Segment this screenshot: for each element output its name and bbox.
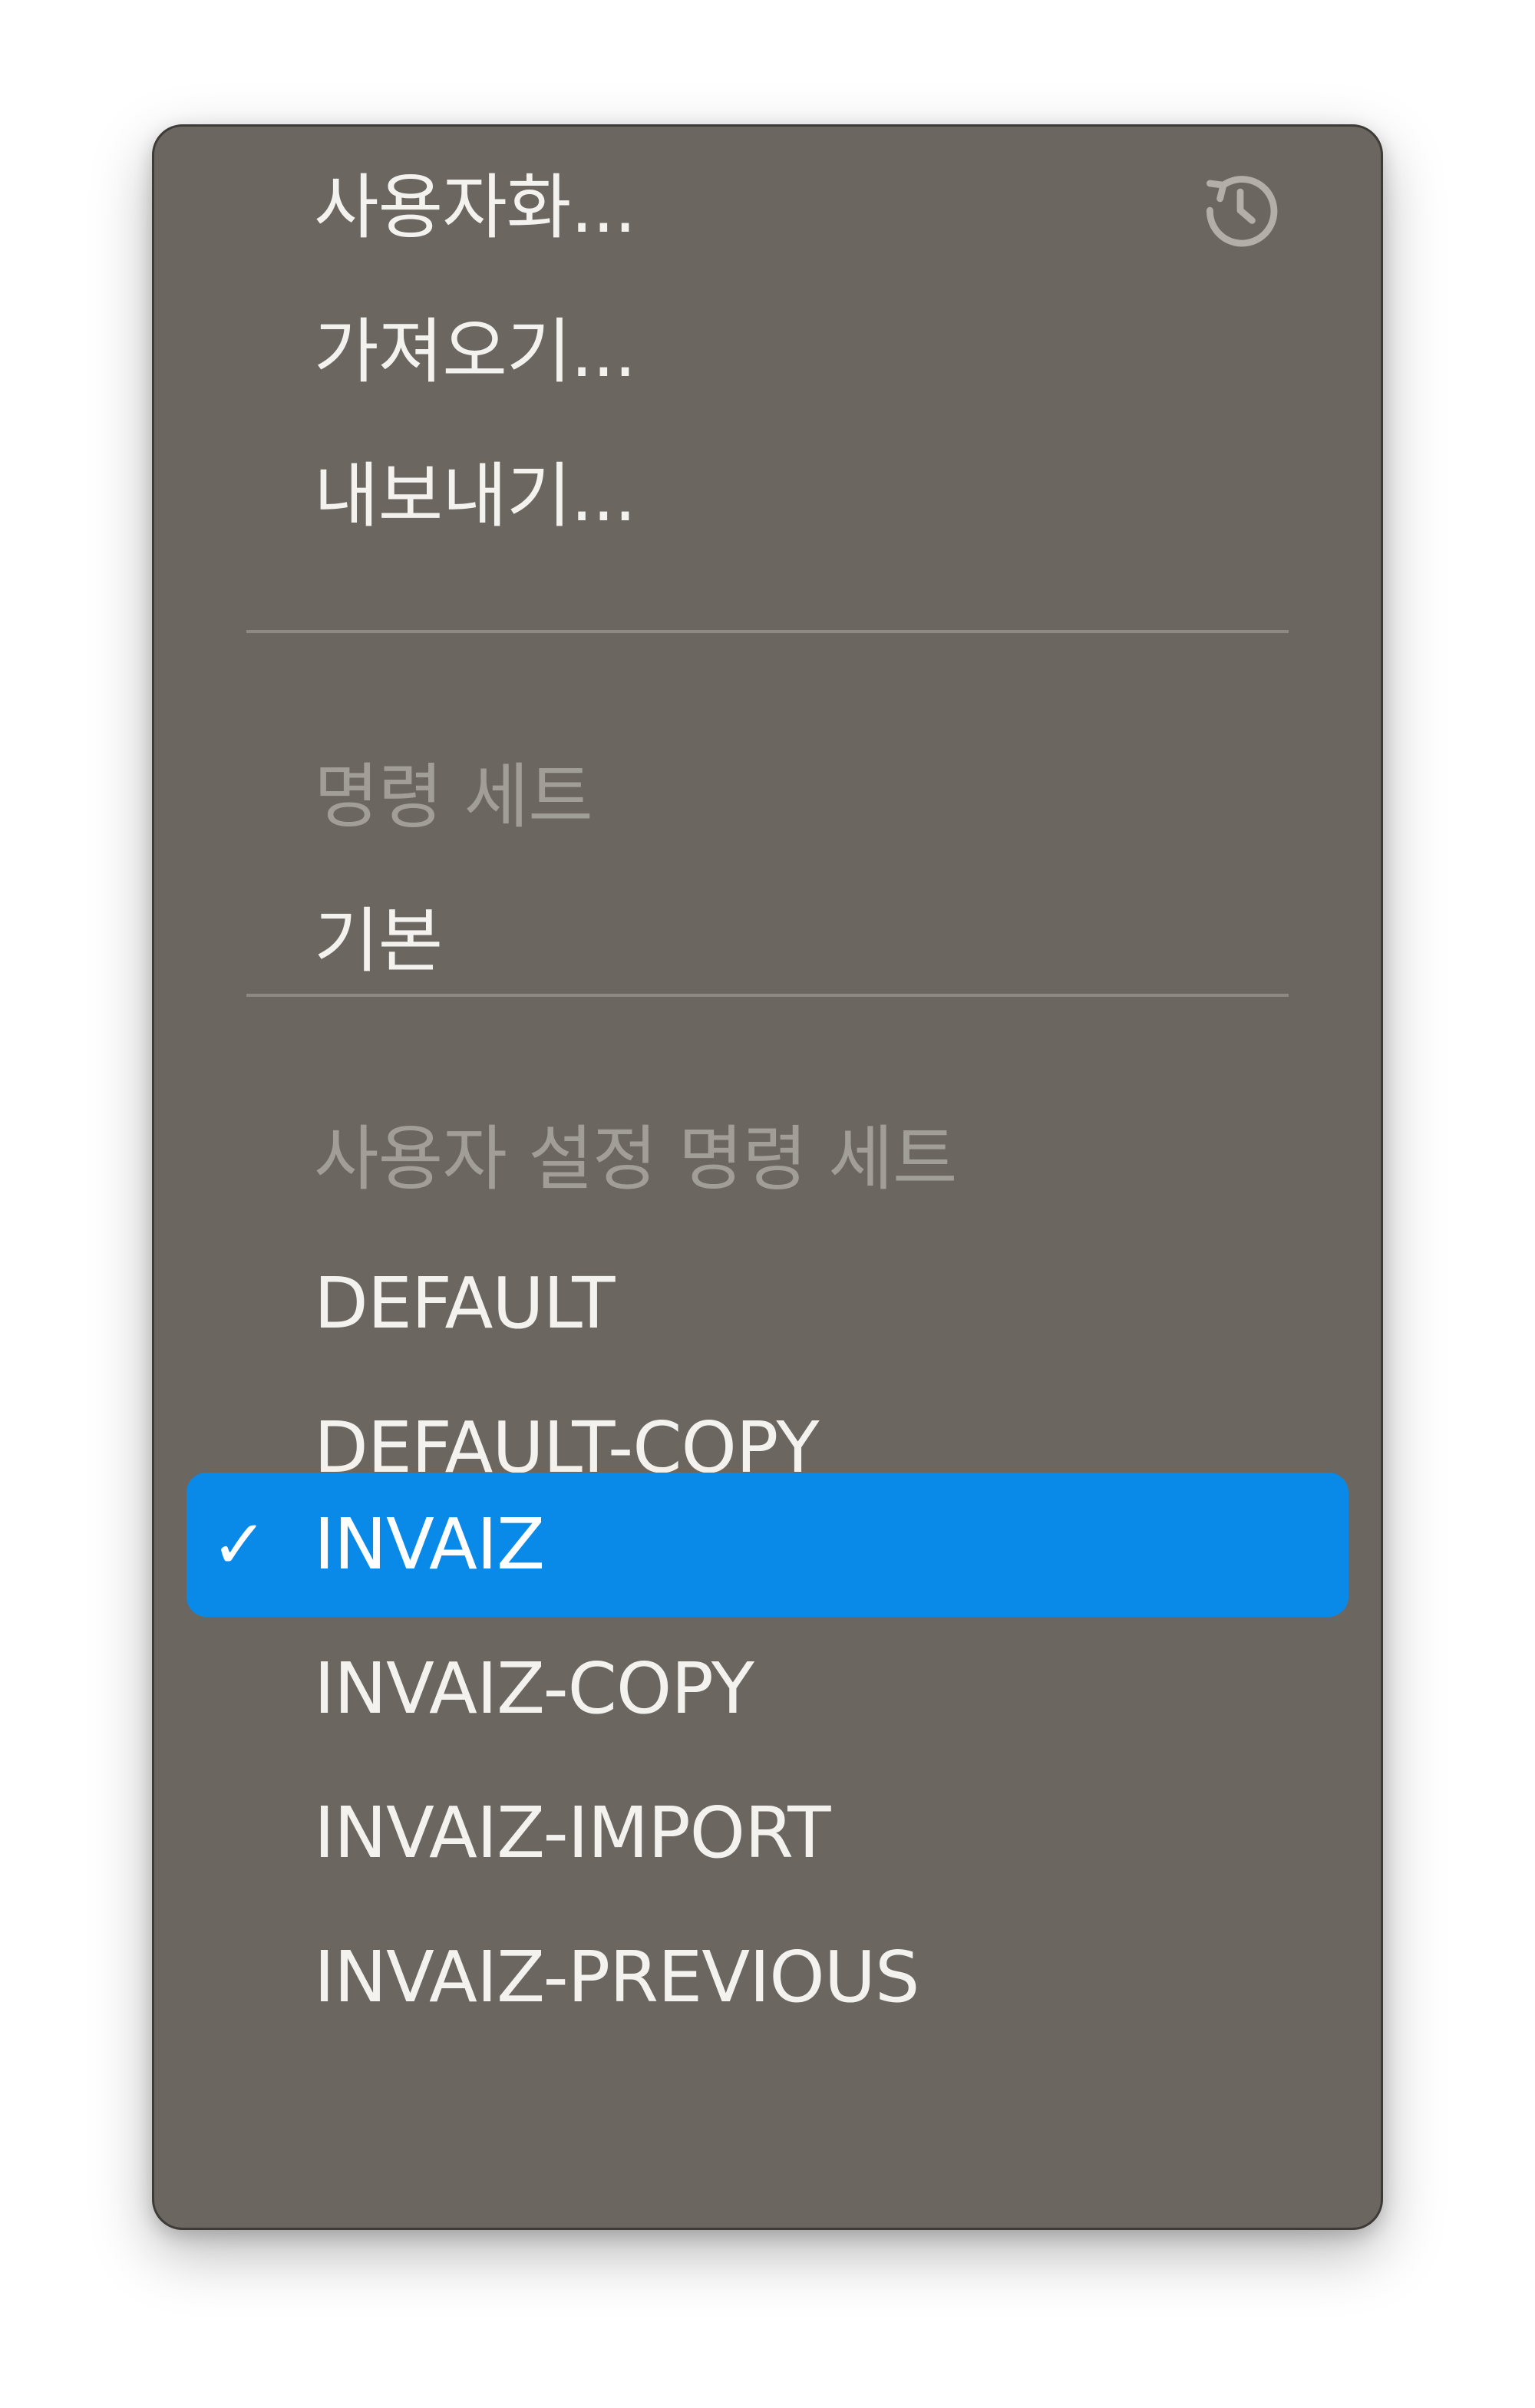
checkmark-icon: ✓ [211, 1505, 268, 1584]
menu-item-label: INVAIZ [314, 1503, 545, 1585]
menu-item-label: INVAIZ-PREVIOUS [314, 1936, 919, 2018]
menu-item-default-set[interactable]: 기본 [154, 869, 1381, 1014]
menu-item-label: 기본 [314, 900, 443, 982]
menu-item-label: 내보내기... [314, 455, 636, 537]
menu-item-custom-default[interactable]: DEFAULT [154, 1232, 1381, 1376]
section-header-command-sets: 명령 세트 [154, 725, 1381, 869]
menu-item-label: 가져오기... [314, 311, 636, 393]
command-set-menu: 사용자화... 가져오기... 내보내기... 명령 세트 기본 사용자 설정 … [152, 124, 1383, 2230]
section-header-custom-sets: 사용자 설정 명령 세트 [154, 1087, 1381, 1232]
menu-item-custom-invaiz-import[interactable]: INVAIZ-IMPORT [154, 1761, 1381, 1905]
menu-item-label: INVAIZ-COPY [314, 1648, 754, 1730]
menu-item-custom-invaiz[interactable]: ✓ INVAIZ [154, 1473, 1381, 1617]
menu-item-label: 사용자화... [314, 167, 636, 249]
menu-item-export[interactable]: 내보내기... [154, 424, 1381, 569]
section-header-label: 사용자 설정 명령 세트 [314, 1118, 957, 1200]
menu-item-label: INVAIZ-IMPORT [314, 1792, 831, 1874]
menu-item-label: DEFAULT [314, 1262, 616, 1344]
menu-item-import[interactable]: 가져오기... [154, 280, 1381, 424]
reset-history-icon[interactable] [1198, 167, 1282, 251]
menu-item-custom-invaiz-copy[interactable]: INVAIZ-COPY [154, 1617, 1381, 1761]
menu-separator [246, 994, 1289, 997]
menu-item-customize[interactable]: 사용자화... [154, 136, 1381, 280]
section-header-label: 명령 세트 [314, 756, 593, 838]
menu-separator [246, 630, 1289, 633]
menu-item-custom-invaiz-previous[interactable]: INVAIZ-PREVIOUS [154, 1905, 1381, 2050]
